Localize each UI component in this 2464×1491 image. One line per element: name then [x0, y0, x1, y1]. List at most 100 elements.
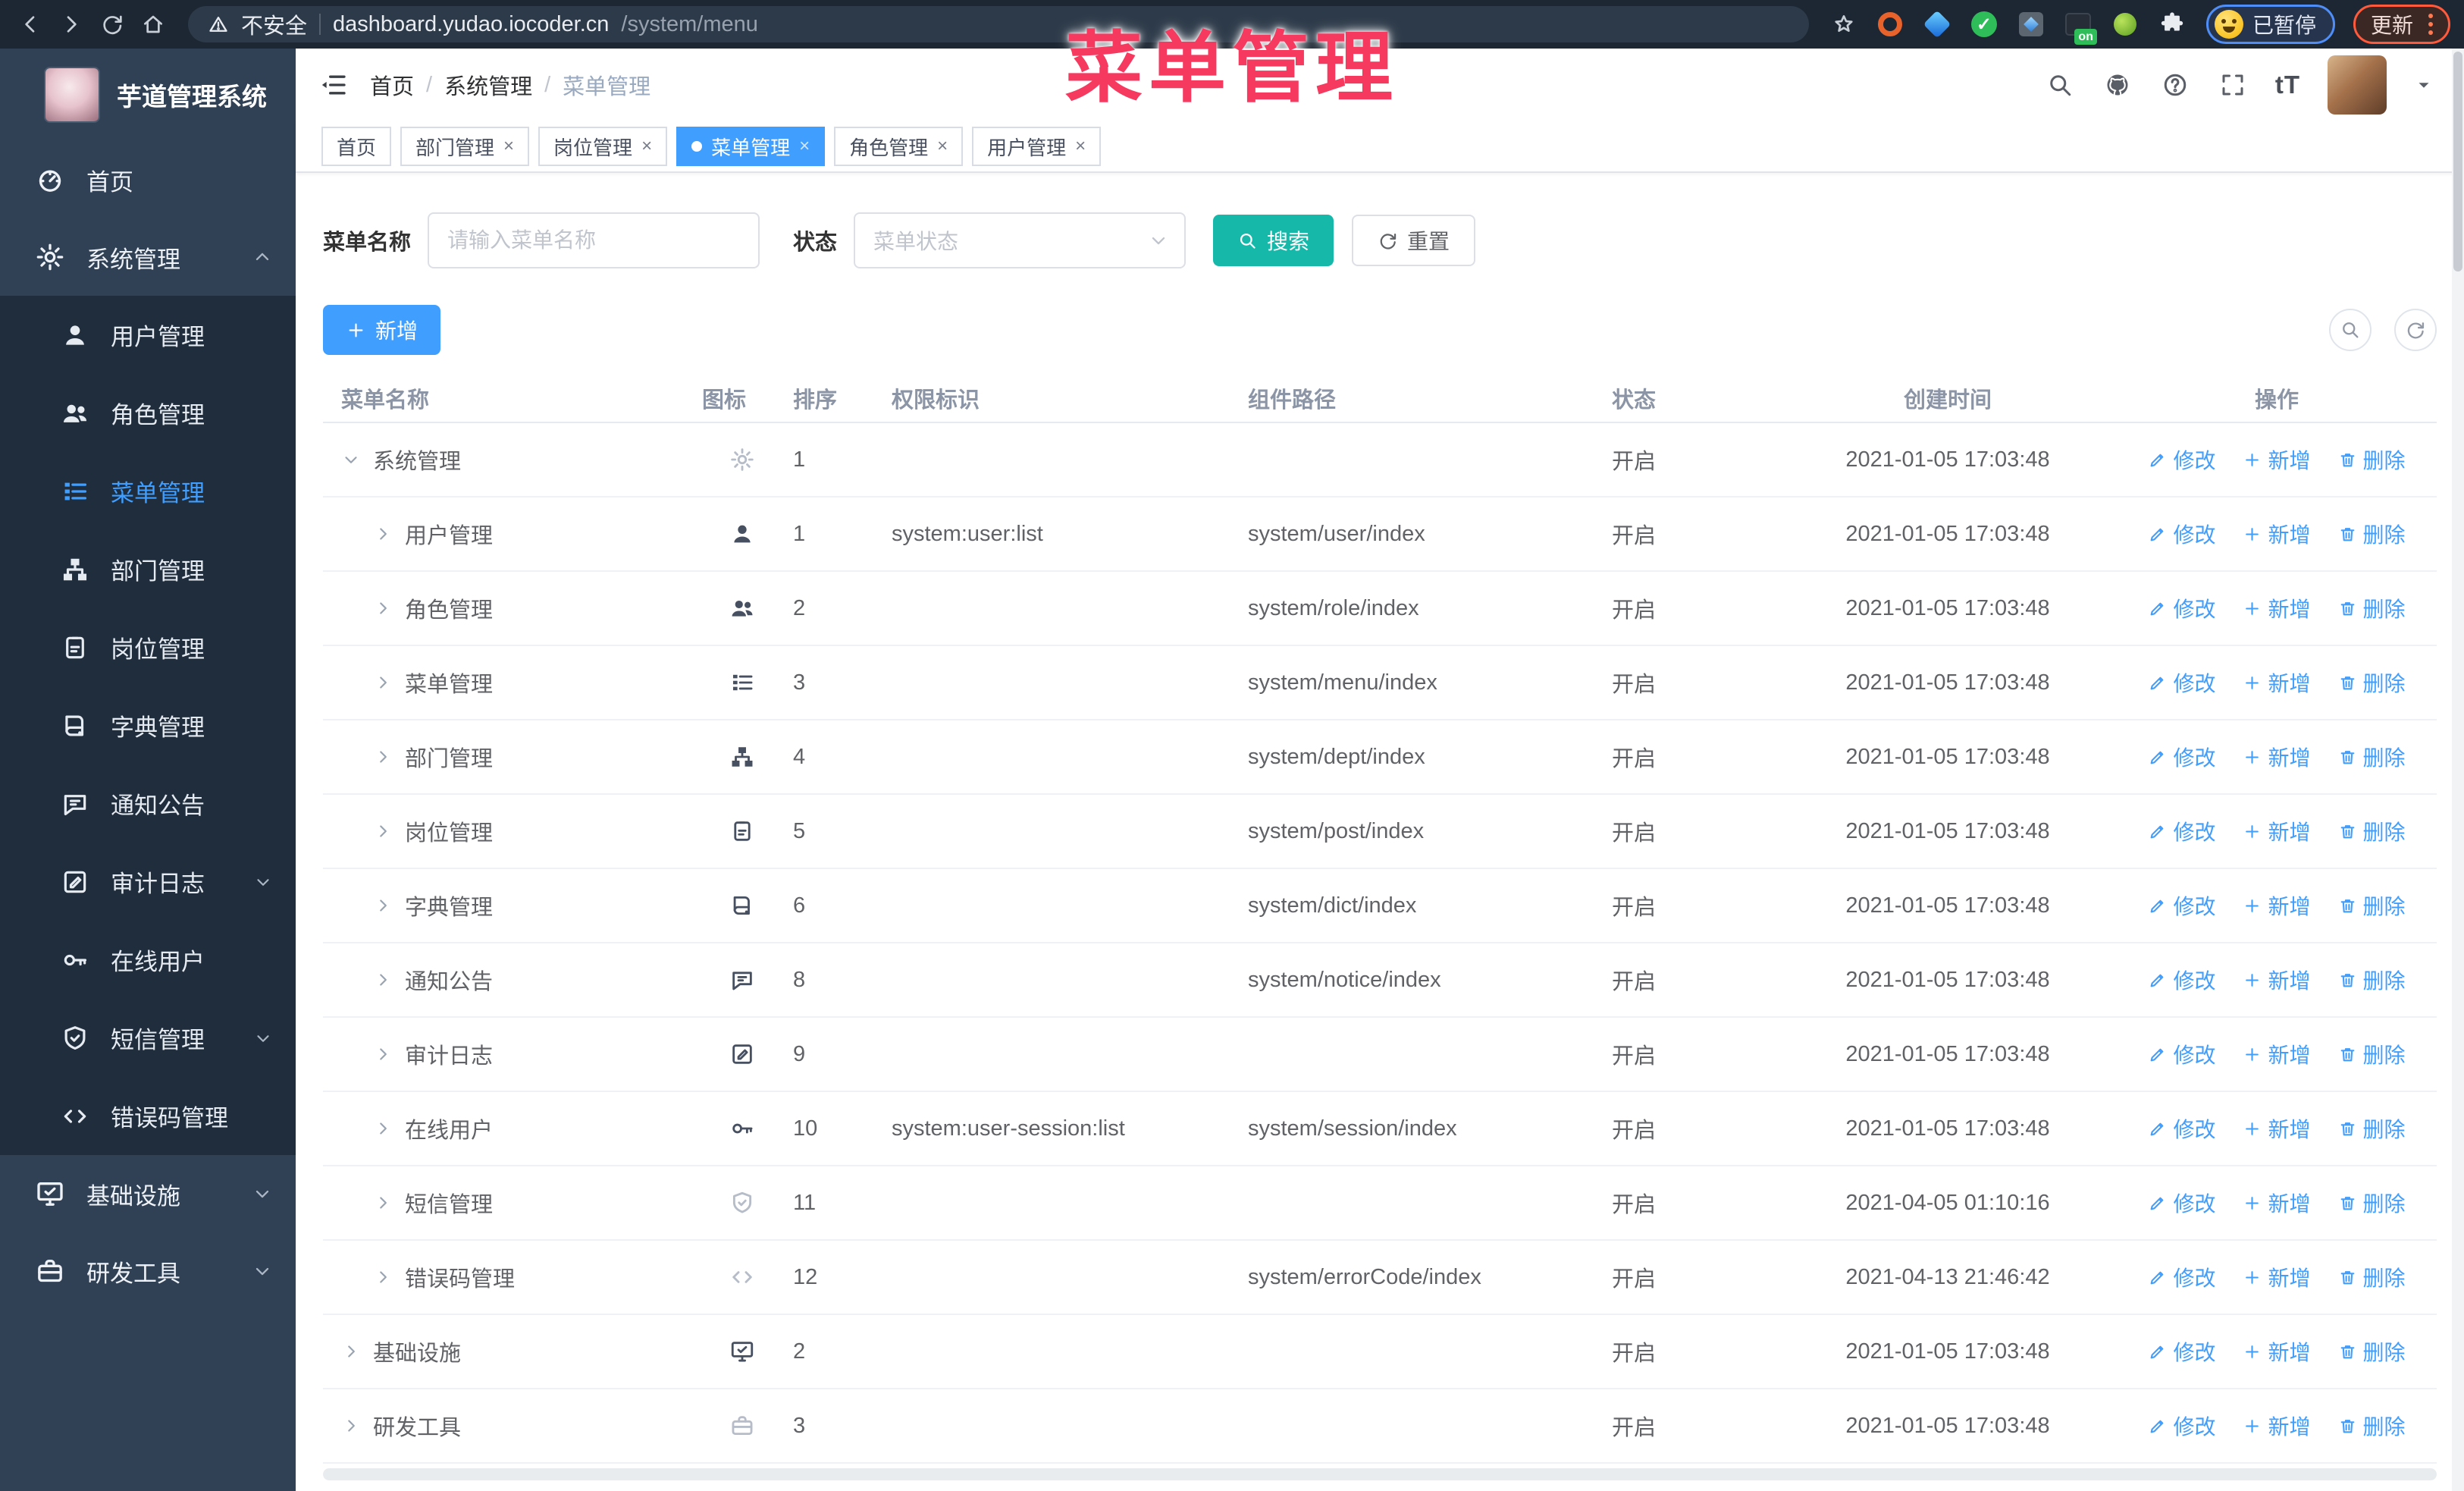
tab-岗位管理[interactable]: 岗位管理 × — [538, 127, 668, 166]
sidebar-item-首页[interactable]: 首页 — [0, 141, 296, 218]
profile-paused-badge[interactable]: 已暂停 — [2205, 5, 2335, 44]
sidebar-item-在线用户[interactable]: 在线用户 — [0, 921, 296, 999]
edit-link[interactable]: 修改 — [2148, 816, 2215, 846]
tree-chevron-right-icon[interactable] — [373, 524, 393, 544]
browser-home-icon[interactable] — [136, 8, 170, 41]
edit-link[interactable]: 修改 — [2148, 1262, 2215, 1292]
delete-link[interactable]: 删除 — [2338, 444, 2406, 475]
delete-link[interactable]: 删除 — [2338, 890, 2406, 921]
add-child-link[interactable]: 新增 — [2243, 667, 2311, 698]
edit-link[interactable]: 修改 — [2148, 444, 2215, 475]
add-button[interactable]: 新增 — [323, 305, 441, 355]
status-select[interactable]: 菜单状态 — [854, 212, 1187, 268]
extension-gem-icon[interactable] — [1923, 10, 1951, 39]
extension-dark-on-icon[interactable]: on — [2064, 10, 2097, 45]
browser-reload-icon[interactable] — [96, 8, 129, 41]
tree-chevron-right-icon[interactable] — [341, 1342, 361, 1361]
toggle-search-button[interactable] — [2329, 309, 2372, 351]
tab-菜单管理[interactable]: 菜单管理 × — [676, 127, 826, 166]
edit-link[interactable]: 修改 — [2148, 1039, 2215, 1069]
help-icon[interactable] — [2160, 70, 2190, 100]
browser-scrollbar-thumb[interactable] — [2453, 52, 2462, 272]
tab-close-icon[interactable]: × — [937, 137, 948, 155]
row-name-cell[interactable]: 基础设施 — [323, 1336, 702, 1367]
sidebar-item-研发工具[interactable]: 研发工具 — [0, 1232, 296, 1310]
sidebar-item-系统管理[interactable]: 系统管理 — [0, 218, 296, 296]
delete-link[interactable]: 删除 — [2338, 1336, 2406, 1367]
tree-chevron-right-icon[interactable] — [373, 1044, 393, 1064]
row-name-cell[interactable]: 通知公告 — [323, 964, 702, 996]
edit-link[interactable]: 修改 — [2148, 1113, 2215, 1144]
add-child-link[interactable]: 新增 — [2243, 1039, 2311, 1069]
edit-link[interactable]: 修改 — [2148, 965, 2215, 995]
sidebar-item-基础设施[interactable]: 基础设施 — [0, 1155, 296, 1232]
sidebar-item-短信管理[interactable]: 短信管理 — [0, 999, 296, 1077]
menu-name-input[interactable] — [428, 212, 760, 268]
row-name-cell[interactable]: 菜单管理 — [323, 667, 702, 698]
add-child-link[interactable]: 新增 — [2243, 1113, 2311, 1144]
add-child-link[interactable]: 新增 — [2243, 742, 2311, 772]
tab-首页[interactable]: 首页 — [321, 127, 392, 166]
sidebar-item-菜单管理[interactable]: 菜单管理 — [0, 452, 296, 530]
sidebar-item-岗位管理[interactable]: 岗位管理 — [0, 608, 296, 686]
tree-chevron-right-icon[interactable] — [373, 673, 393, 692]
row-name-cell[interactable]: 错误码管理 — [323, 1261, 702, 1293]
add-child-link[interactable]: 新增 — [2243, 890, 2311, 921]
sidebar-item-用户管理[interactable]: 用户管理 — [0, 296, 296, 374]
delete-link[interactable]: 删除 — [2338, 1411, 2406, 1441]
user-avatar[interactable] — [2328, 55, 2387, 115]
extension-ublock-icon[interactable] — [1876, 10, 1904, 39]
tab-close-icon[interactable]: × — [799, 137, 810, 155]
delete-link[interactable]: 删除 — [2338, 1262, 2406, 1292]
delete-link[interactable]: 删除 — [2338, 816, 2406, 846]
sidebar-item-部门管理[interactable]: 部门管理 — [0, 530, 296, 608]
delete-link[interactable]: 删除 — [2338, 742, 2406, 772]
browser-forward-icon[interactable] — [55, 8, 88, 41]
breadcrumb-item-首页[interactable]: 首页 — [370, 69, 414, 101]
add-child-link[interactable]: 新增 — [2243, 1188, 2311, 1218]
refresh-table-button[interactable] — [2394, 309, 2437, 351]
add-child-link[interactable]: 新增 — [2243, 1262, 2311, 1292]
browser-scrollbar[interactable] — [2452, 49, 2464, 1491]
row-name-cell[interactable]: 短信管理 — [323, 1187, 702, 1219]
add-child-link[interactable]: 新增 — [2243, 816, 2311, 846]
sidebar-item-通知公告[interactable]: 通知公告 — [0, 764, 296, 843]
tab-角色管理[interactable]: 角色管理 × — [834, 127, 964, 166]
delete-link[interactable]: 删除 — [2338, 593, 2406, 623]
avatar-caret-icon[interactable] — [2414, 75, 2434, 95]
add-child-link[interactable]: 新增 — [2243, 965, 2311, 995]
reset-button[interactable]: 重置 — [1352, 215, 1476, 266]
add-child-link[interactable]: 新增 — [2243, 1336, 2311, 1367]
add-child-link[interactable]: 新增 — [2243, 1411, 2311, 1441]
browser-back-icon[interactable] — [14, 8, 47, 41]
tree-chevron-right-icon[interactable] — [373, 1267, 393, 1287]
bookmark-star-icon[interactable] — [1827, 8, 1861, 41]
row-name-cell[interactable]: 在线用户 — [323, 1113, 702, 1144]
edit-link[interactable]: 修改 — [2148, 593, 2215, 623]
edit-link[interactable]: 修改 — [2148, 667, 2215, 698]
font-size-icon[interactable]: tT — [2275, 71, 2300, 99]
breadcrumb-item-系统管理[interactable]: 系统管理 — [444, 69, 532, 101]
delete-link[interactable]: 删除 — [2338, 1188, 2406, 1218]
add-child-link[interactable]: 新增 — [2243, 444, 2311, 475]
extension-check-icon[interactable]: ✓ — [1970, 10, 1998, 39]
edit-link[interactable]: 修改 — [2148, 890, 2215, 921]
extension-green-icon[interactable] — [2111, 10, 2140, 39]
tab-部门管理[interactable]: 部门管理 × — [400, 127, 530, 166]
row-name-cell[interactable]: 审计日志 — [323, 1038, 702, 1070]
row-name-cell[interactable]: 用户管理 — [323, 518, 702, 550]
tree-chevron-right-icon[interactable] — [373, 747, 393, 767]
tree-chevron-right-icon[interactable] — [373, 896, 393, 915]
tree-chevron-right-icon[interactable] — [373, 821, 393, 841]
search-icon[interactable] — [2045, 70, 2075, 100]
tab-close-icon[interactable]: × — [1075, 137, 1086, 155]
row-name-cell[interactable]: 岗位管理 — [323, 815, 702, 847]
edit-link[interactable]: 修改 — [2148, 1411, 2215, 1441]
tree-chevron-right-icon[interactable] — [373, 1119, 393, 1138]
tree-chevron-right-icon[interactable] — [373, 1193, 393, 1213]
kebab-menu-icon[interactable] — [2428, 14, 2433, 35]
extension-grid-icon[interactable] — [2017, 10, 2045, 39]
delete-link[interactable]: 删除 — [2338, 1113, 2406, 1144]
delete-link[interactable]: 删除 — [2338, 1039, 2406, 1069]
row-name-cell[interactable]: 角色管理 — [323, 592, 702, 624]
